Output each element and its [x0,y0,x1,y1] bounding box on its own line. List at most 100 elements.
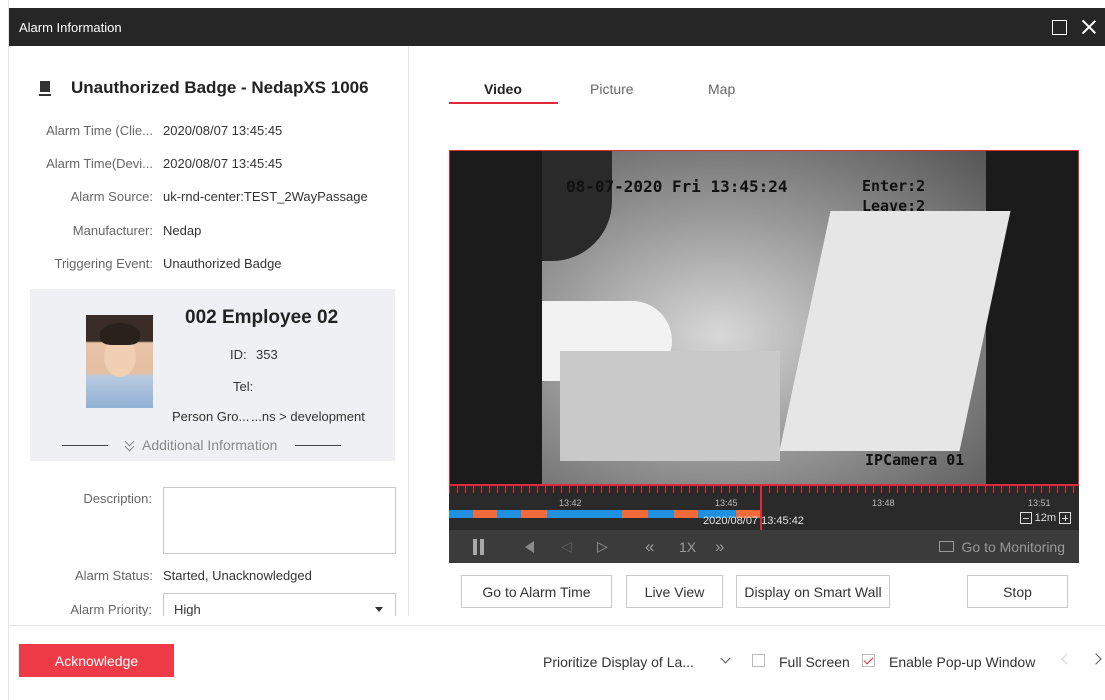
recording-segment [674,510,698,518]
timeline-label: 13:48 [872,498,895,508]
camera-frame-detail [560,351,780,461]
display-on-smart-wall-button[interactable]: Display on Smart Wall [736,575,890,608]
media-tabs: Video Picture Map [449,66,809,108]
info-label: Triggering Event: [54,256,153,271]
alarm-name: Unauthorized Badge - NedapXS 1006 [71,78,369,97]
osd-datetime: 08-07-2020 Fri 13:45:24 [566,177,788,196]
info-label: Alarm Time(Devi... [46,156,153,171]
acknowledge-button[interactable]: Acknowledge [19,644,174,677]
additional-info-label: Additional Information [142,437,278,453]
timeline-label: 13:51 [1028,498,1051,508]
playback-timeline[interactable]: 13:42 13:45 13:48 13:51 2020/08/07 13:45… [449,485,1079,530]
playback-speed: 1X [679,538,697,555]
person-id-value: 353 [256,347,278,362]
footer-divider [9,625,1105,626]
enable-popup-label: Enable Pop-up Window [889,654,1036,670]
speed-up-icon[interactable]: » [715,530,724,563]
alarm-window: Alarm Information Unauthorized Badge - N… [0,0,1105,700]
timeline-current-time: 2020/08/07 13:45:42 [703,515,804,527]
alarm-status-row: Alarm Status: Started, Unacknowledged [9,568,408,588]
recording-segment [449,510,473,518]
double-chevron-down-icon [124,439,136,451]
slow-down-icon[interactable]: « [645,530,654,563]
recording-segment [497,510,521,518]
info-value: uk-rnd-center:TEST_2WayPassage [163,189,368,204]
person-card: 002 Employee 02 ID: 353 Tel: Person Gro.… [30,289,395,461]
alarm-details-panel: Unauthorized Badge - NedapXS 1006 Alarm … [9,46,409,616]
active-tab-indicator [449,102,558,104]
info-value: Unauthorized Badge [163,256,282,271]
previous-frame-icon[interactable]: ◁ [561,530,572,563]
description-label: Description: [83,491,152,506]
next-alarm-icon[interactable] [1092,654,1102,664]
step-back-icon[interactable] [525,530,534,563]
alarm-status-value: Started, Unacknowledged [163,568,312,583]
playback-controls: ◁ ▷ « 1X » Go to Monitoring [449,530,1079,563]
info-row-manufacturer: Manufacturer: Nedap [9,223,408,243]
info-row-alarm-time-device: Alarm Time(Devi... 2020/08/07 13:45:45 [9,156,408,176]
additional-info-link[interactable]: Additional Information [124,437,277,453]
divider [295,444,342,446]
tab-map[interactable]: Map [708,81,735,97]
osd-camera-name: IPCamera 01 [865,451,965,469]
go-to-alarm-time-button[interactable]: Go to Alarm Time [461,575,612,608]
dropdown-arrow-icon [375,607,383,612]
enable-popup-checkbox[interactable] [862,654,875,667]
alarm-priority-select[interactable]: High [163,593,396,616]
background-edge [0,0,9,700]
recording-segment [648,510,674,518]
timeline-zoom-value: 12m [1034,512,1056,524]
full-screen-checkbox[interactable] [752,654,765,667]
info-row-alarm-time-client: Alarm Time (Clie... 2020/08/07 13:45:45 [9,123,408,143]
avatar [86,315,153,408]
info-value: 2020/08/07 13:45:45 [163,156,283,171]
title-bar: Alarm Information [9,8,1105,46]
alarm-priority-label: Alarm Priority: [70,602,152,616]
person-group-value: ...ns > development [251,409,365,424]
info-row-triggering-event: Triggering Event: Unauthorized Badge [9,256,408,276]
recording-segment [521,510,547,518]
monitor-icon [938,541,954,552]
chevron-down-icon[interactable] [721,655,730,664]
timeline-ticks [449,485,1079,493]
additional-info-toggle[interactable]: Additional Information [62,436,362,454]
stop-button[interactable]: Stop [967,575,1068,608]
timeline-zoom: 12m [1017,512,1074,524]
live-view-button[interactable]: Live View [626,575,723,608]
maximize-icon[interactable] [1049,17,1069,37]
timeline-label: 13:42 [559,498,582,508]
alarm-header: Unauthorized Badge - NedapXS 1006 [39,76,369,100]
pause-icon[interactable] [471,530,485,563]
alarm-status-label: Alarm Status: [74,568,153,583]
info-label: Alarm Source: [70,189,153,204]
osd-enter-count: Enter:2 [862,177,926,195]
divider [62,444,108,446]
full-screen-label: Full Screen [779,654,850,670]
previous-alarm-icon[interactable] [1060,654,1070,664]
badge-reader-icon [39,80,51,96]
description-field[interactable] [163,487,396,554]
person-tel-label: Tel: [233,379,254,394]
recording-segment [473,510,497,518]
info-label: Alarm Time (Clie... [46,123,153,138]
zoom-out-icon[interactable] [1019,512,1032,524]
alarm-priority-value: High [174,602,201,616]
go-to-monitoring-label: Go to Monitoring [961,538,1066,555]
timeline-label: 13:45 [715,498,738,508]
osd-leave-count: Leave:2 [862,197,926,215]
info-value: 2020/08/07 13:45:45 [163,123,283,138]
go-to-monitoring-button[interactable]: Go to Monitoring [938,530,1066,563]
zoom-in-icon[interactable] [1059,512,1071,524]
person-group-label: Person Gro... [172,409,250,424]
next-frame-icon[interactable]: ▷ [597,530,608,563]
recording-segment [622,510,648,518]
info-label: Manufacturer: [72,223,153,238]
recording-segment [547,510,622,518]
prioritize-display-select[interactable]: Prioritize Display of La... [543,654,694,670]
tab-video[interactable]: Video [484,81,522,97]
close-icon[interactable] [1079,17,1099,37]
tab-picture[interactable]: Picture [590,81,634,97]
person-name: 002 Employee 02 [185,307,339,328]
video-player[interactable]: 08-07-2020 Fri 13:45:24 Enter:2 Leave:2 … [449,150,1079,485]
info-value: Nedap [163,223,202,238]
